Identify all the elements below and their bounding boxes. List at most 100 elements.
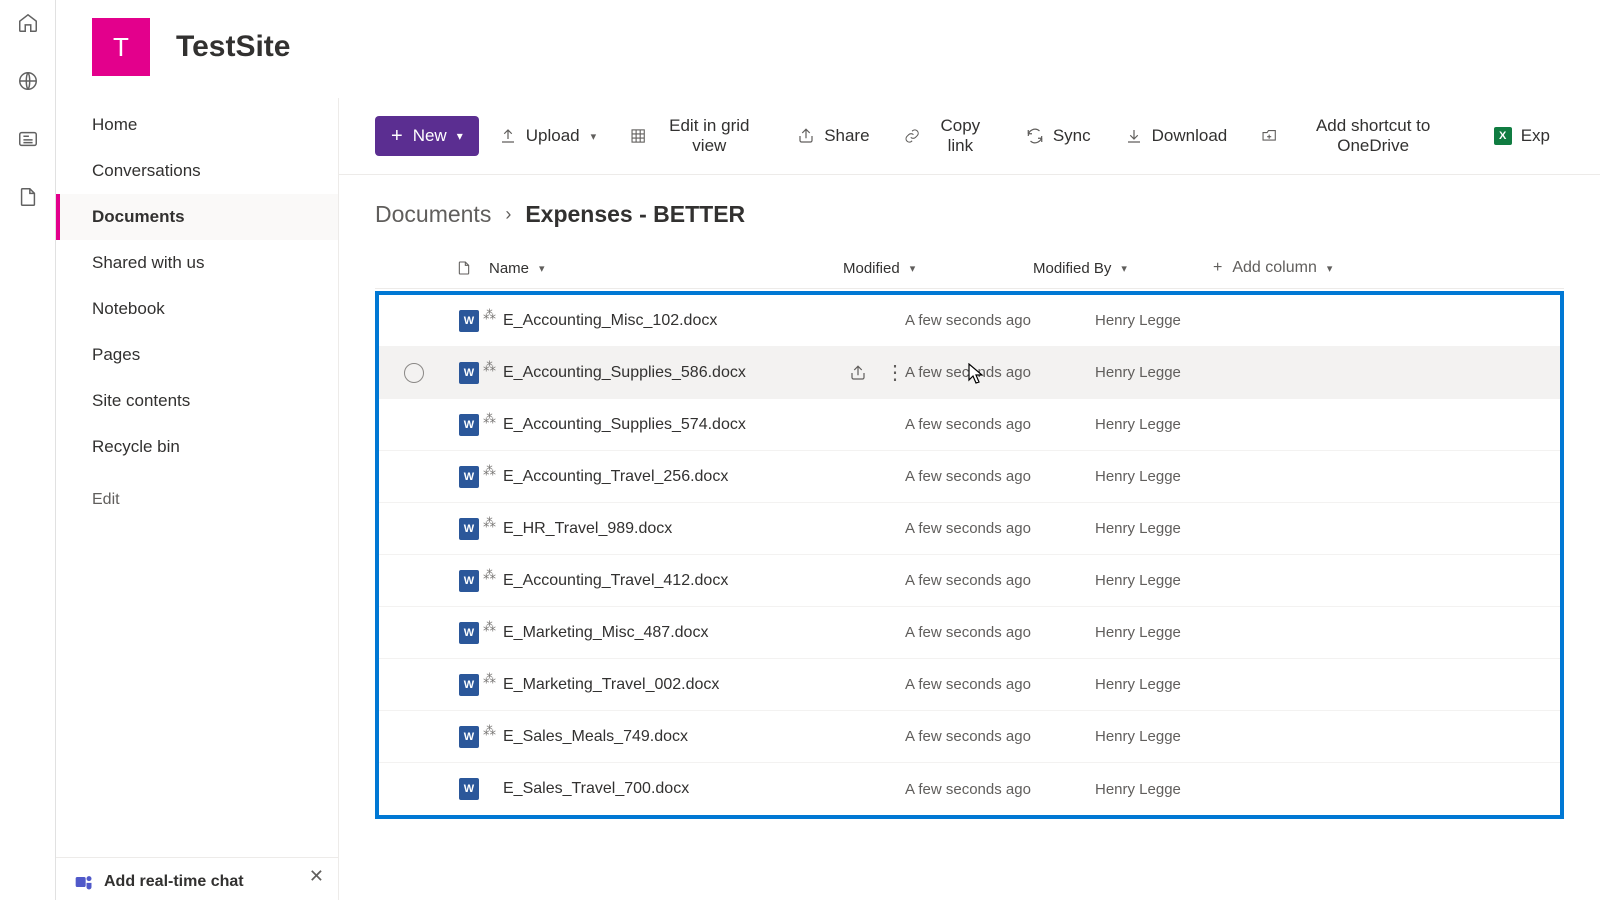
file-name[interactable]: E_Sales_Travel_700.docx <box>489 780 849 798</box>
file-modified-by: Henry Legge <box>1095 728 1275 745</box>
new-indicator-icon: ⁂ <box>483 619 496 635</box>
chevron-down-icon: ▾ <box>910 262 916 275</box>
share-button[interactable]: Share <box>783 118 883 154</box>
nav-item-pages[interactable]: Pages <box>56 332 338 378</box>
file-modified-by: Henry Legge <box>1095 676 1275 693</box>
more-actions-icon[interactable]: ⋮ <box>885 360 905 385</box>
page-content: + New ▾ Upload ▾ Edit in grid view Share <box>339 98 1600 900</box>
file-modified-by: Henry Legge <box>1095 416 1275 433</box>
app-rail <box>0 0 56 900</box>
breadcrumb: Documents › Expenses - BETTER <box>339 175 1600 248</box>
file-modified: A few seconds ago <box>905 520 1095 537</box>
file-name[interactable]: E_Accounting_Supplies_574.docx <box>489 416 849 434</box>
share-label: Share <box>824 126 869 146</box>
file-row[interactable]: ⁂E_Accounting_Misc_102.docxA few seconds… <box>379 295 1560 347</box>
download-label: Download <box>1152 126 1228 146</box>
download-button[interactable]: Download <box>1111 118 1242 154</box>
file-list-highlighted: ⁂E_Accounting_Misc_102.docxA few seconds… <box>375 291 1564 819</box>
chevron-down-icon: ▾ <box>457 129 463 143</box>
nav-item-home[interactable]: Home <box>56 102 338 148</box>
chevron-right-icon: › <box>505 204 511 225</box>
file-row[interactable]: ⁂E_Sales_Meals_749.docxA few seconds ago… <box>379 711 1560 763</box>
file-type-column-header[interactable] <box>445 258 483 278</box>
table-header-row: Name ▾ Modified ▾ Modified By ▾ + Add co… <box>375 248 1564 289</box>
upload-button[interactable]: Upload ▾ <box>485 118 610 154</box>
file-row[interactable]: E_Sales_Travel_700.docx A few seconds ago… <box>379 763 1560 815</box>
file-name[interactable]: E_Marketing_Travel_002.docx <box>489 676 849 694</box>
excel-icon: X <box>1494 127 1512 145</box>
file-modified: A few seconds ago <box>905 416 1095 433</box>
nav-item-notebook[interactable]: Notebook <box>56 286 338 332</box>
upload-label: Upload <box>526 126 580 146</box>
file-name[interactable]: E_Accounting_Travel_256.docx <box>489 468 849 486</box>
nav-item-shared-with-us[interactable]: Shared with us <box>56 240 338 286</box>
edit-grid-button[interactable]: Edit in grid view <box>616 108 777 164</box>
row-select[interactable] <box>379 363 449 383</box>
nav-item-conversations[interactable]: Conversations <box>56 148 338 194</box>
copy-link-label: Copy link <box>929 116 992 156</box>
modified-by-column-header[interactable]: Modified By ▾ <box>1033 260 1213 277</box>
copy-link-button[interactable]: Copy link <box>890 108 1006 164</box>
grid-icon <box>630 127 646 145</box>
new-indicator-icon: ⁂ <box>483 671 496 687</box>
new-indicator-icon: ⁂ <box>483 307 496 323</box>
file-name[interactable]: E_HR_Travel_989.docx <box>489 520 849 538</box>
new-indicator-icon: ⁂ <box>483 411 496 427</box>
file-modified-by: Henry Legge <box>1095 312 1275 329</box>
nav-item-site-contents[interactable]: Site contents <box>56 378 338 424</box>
add-shortcut-button[interactable]: Add shortcut to OneDrive <box>1247 108 1473 164</box>
download-icon <box>1125 127 1143 145</box>
file-modified-by: Henry Legge <box>1095 572 1275 589</box>
file-name[interactable]: E_Sales_Meals_749.docx <box>489 728 849 746</box>
main-area: T TestSite HomeConversationsDocumentsSha… <box>56 0 1600 900</box>
new-indicator-icon: ⁂ <box>483 723 496 739</box>
rail-file-icon[interactable] <box>17 186 39 208</box>
file-table: Name ▾ Modified ▾ Modified By ▾ + Add co… <box>339 248 1600 819</box>
new-button[interactable]: + New ▾ <box>375 116 479 156</box>
site-header: T TestSite <box>56 0 1600 98</box>
chevron-down-icon: ▾ <box>591 130 597 143</box>
breadcrumb-root[interactable]: Documents <box>375 201 491 228</box>
file-name[interactable]: E_Marketing_Misc_487.docx <box>489 624 849 642</box>
rail-news-icon[interactable] <box>17 128 39 150</box>
share-row-icon[interactable] <box>849 364 867 382</box>
file-name[interactable]: E_Accounting_Travel_412.docx <box>489 572 849 590</box>
command-bar: + New ▾ Upload ▾ Edit in grid view Share <box>339 98 1600 175</box>
close-icon[interactable]: ✕ <box>309 866 324 887</box>
site-logo[interactable]: T <box>92 18 150 76</box>
nav-item-recycle-bin[interactable]: Recycle bin <box>56 424 338 470</box>
file-modified: A few seconds ago <box>905 676 1095 693</box>
file-row[interactable]: ⁂E_Marketing_Travel_002.docx A few second… <box>379 659 1560 711</box>
plus-icon: + <box>391 126 403 146</box>
file-row[interactable]: ⁂E_Accounting_Supplies_574.docx A few sec… <box>379 399 1560 451</box>
file-row[interactable]: ⁂E_Accounting_Supplies_586.docx⋮A few se… <box>379 347 1560 399</box>
new-indicator-icon: ⁂ <box>483 567 496 583</box>
plus-icon: + <box>1213 259 1222 277</box>
file-modified: A few seconds ago <box>905 572 1095 589</box>
file-modified: A few seconds ago <box>905 781 1095 798</box>
sync-button[interactable]: Sync <box>1012 118 1105 154</box>
export-excel-button[interactable]: X Exp <box>1480 118 1564 154</box>
chat-promo[interactable]: Add real-time chat ✕ <box>56 857 338 900</box>
file-name[interactable]: E_Accounting_Supplies_586.docx <box>489 364 849 382</box>
file-row[interactable]: ⁂E_Accounting_Travel_412.docx A few secon… <box>379 555 1560 607</box>
file-modified-by: Henry Legge <box>1095 468 1275 485</box>
teams-icon <box>74 872 94 892</box>
rail-globe-icon[interactable] <box>17 70 39 92</box>
file-row[interactable]: ⁂E_HR_Travel_989.docxA few seconds agoHe… <box>379 503 1560 555</box>
modified-column-header[interactable]: Modified ▾ <box>843 260 1033 277</box>
add-column-button[interactable]: + Add column ▾ <box>1213 259 1393 277</box>
nav-edit-link[interactable]: Edit <box>56 478 338 522</box>
rail-home-icon[interactable] <box>17 12 39 34</box>
new-indicator-icon: ⁂ <box>483 359 496 375</box>
file-name[interactable]: E_Accounting_Misc_102.docx <box>489 312 849 330</box>
name-column-header[interactable]: Name ▾ <box>483 260 843 277</box>
file-modified-by: Henry Legge <box>1095 364 1275 381</box>
file-row[interactable]: ⁂E_Marketing_Misc_487.docxA few seconds … <box>379 607 1560 659</box>
nav-item-documents[interactable]: Documents <box>56 194 338 240</box>
chevron-down-icon: ▾ <box>539 262 545 275</box>
site-title[interactable]: TestSite <box>176 30 290 64</box>
file-modified-by: Henry Legge <box>1095 781 1275 798</box>
sync-icon <box>1026 127 1044 145</box>
file-row[interactable]: ⁂E_Accounting_Travel_256.docxA few secon… <box>379 451 1560 503</box>
